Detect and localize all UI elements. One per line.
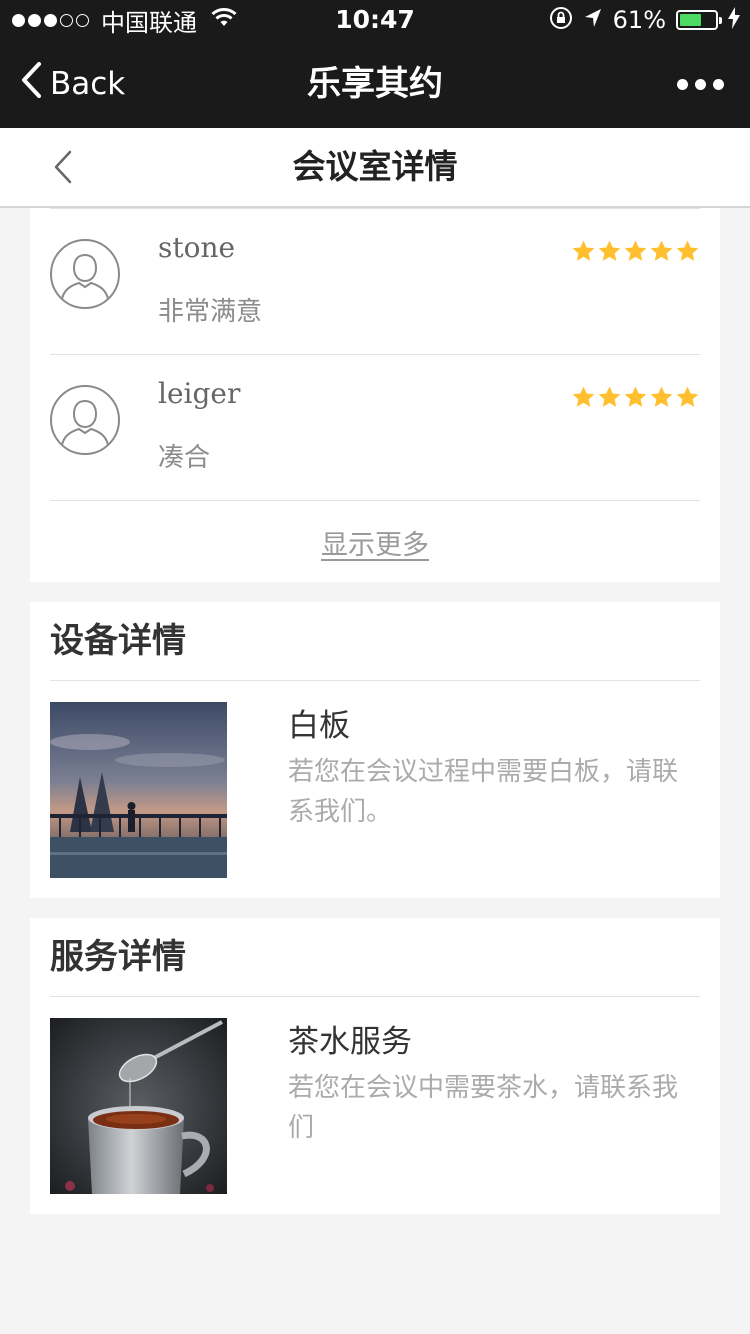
back-label: Back [50,66,126,102]
star-icon [676,386,699,407]
service-name: 茶水服务 [288,1024,412,1060]
review-item: leiger 凑合 [50,354,700,500]
more-options-button[interactable] [677,40,724,128]
star-icon [624,240,647,261]
reviewer-name: leiger [158,377,241,410]
tea-service-thumbnail[interactable] [50,1018,227,1194]
reviewer-name: stone [158,231,236,264]
star-icon [650,240,673,261]
location-arrow-icon [583,7,603,33]
user-avatar-icon [50,385,120,455]
orientation-lock-icon [549,6,573,34]
star-icon [572,240,595,261]
review-comment: 凑合 [158,443,211,473]
review-comment: 非常满意 [158,297,263,327]
page-header: 会议室详情 [0,128,750,208]
section-title: 服务详情 [50,918,700,997]
equipment-card: 设备详情 白板 若您在会议过程中需要白板，请联系我们。 [30,602,720,898]
service-description: 若您在会议中需要茶水，请联系我们 [288,1073,679,1143]
review-item: stone 非常满意 [50,208,700,354]
back-button[interactable]: Back [20,40,125,128]
charging-bolt-icon [728,7,740,33]
page-title: 会议室详情 [292,147,458,186]
star-rating [571,239,700,264]
service-card: 服务详情 茶水服务 若您在会议中需要茶水，请联系我们 [30,918,720,1214]
show-more-link[interactable]: 显示更多 [321,523,429,562]
user-avatar-icon [50,239,120,309]
equipment-name: 白板 [288,708,350,744]
star-icon [624,386,647,407]
reviews-card: stone 非常满意 leiger 凑合 显示更多 [30,208,720,582]
star-icon [676,240,699,261]
star-rating [571,385,700,410]
battery-icon [676,10,722,30]
equipment-description: 若您在会议过程中需要白板，请联系我们。 [288,757,679,827]
star-icon [650,386,673,407]
star-icon [572,386,595,407]
whiteboard-thumbnail[interactable] [50,702,227,878]
wechat-nav-bar: Back 乐享其约 [0,40,750,128]
star-icon [598,386,621,407]
status-bar: 中国联通 10:47 61% [0,0,750,40]
star-icon [598,240,621,261]
battery-percent: 61% [612,6,666,34]
section-title: 设备详情 [50,602,700,681]
chevron-left-icon [20,62,42,106]
show-more-row: 显示更多 [50,500,700,582]
